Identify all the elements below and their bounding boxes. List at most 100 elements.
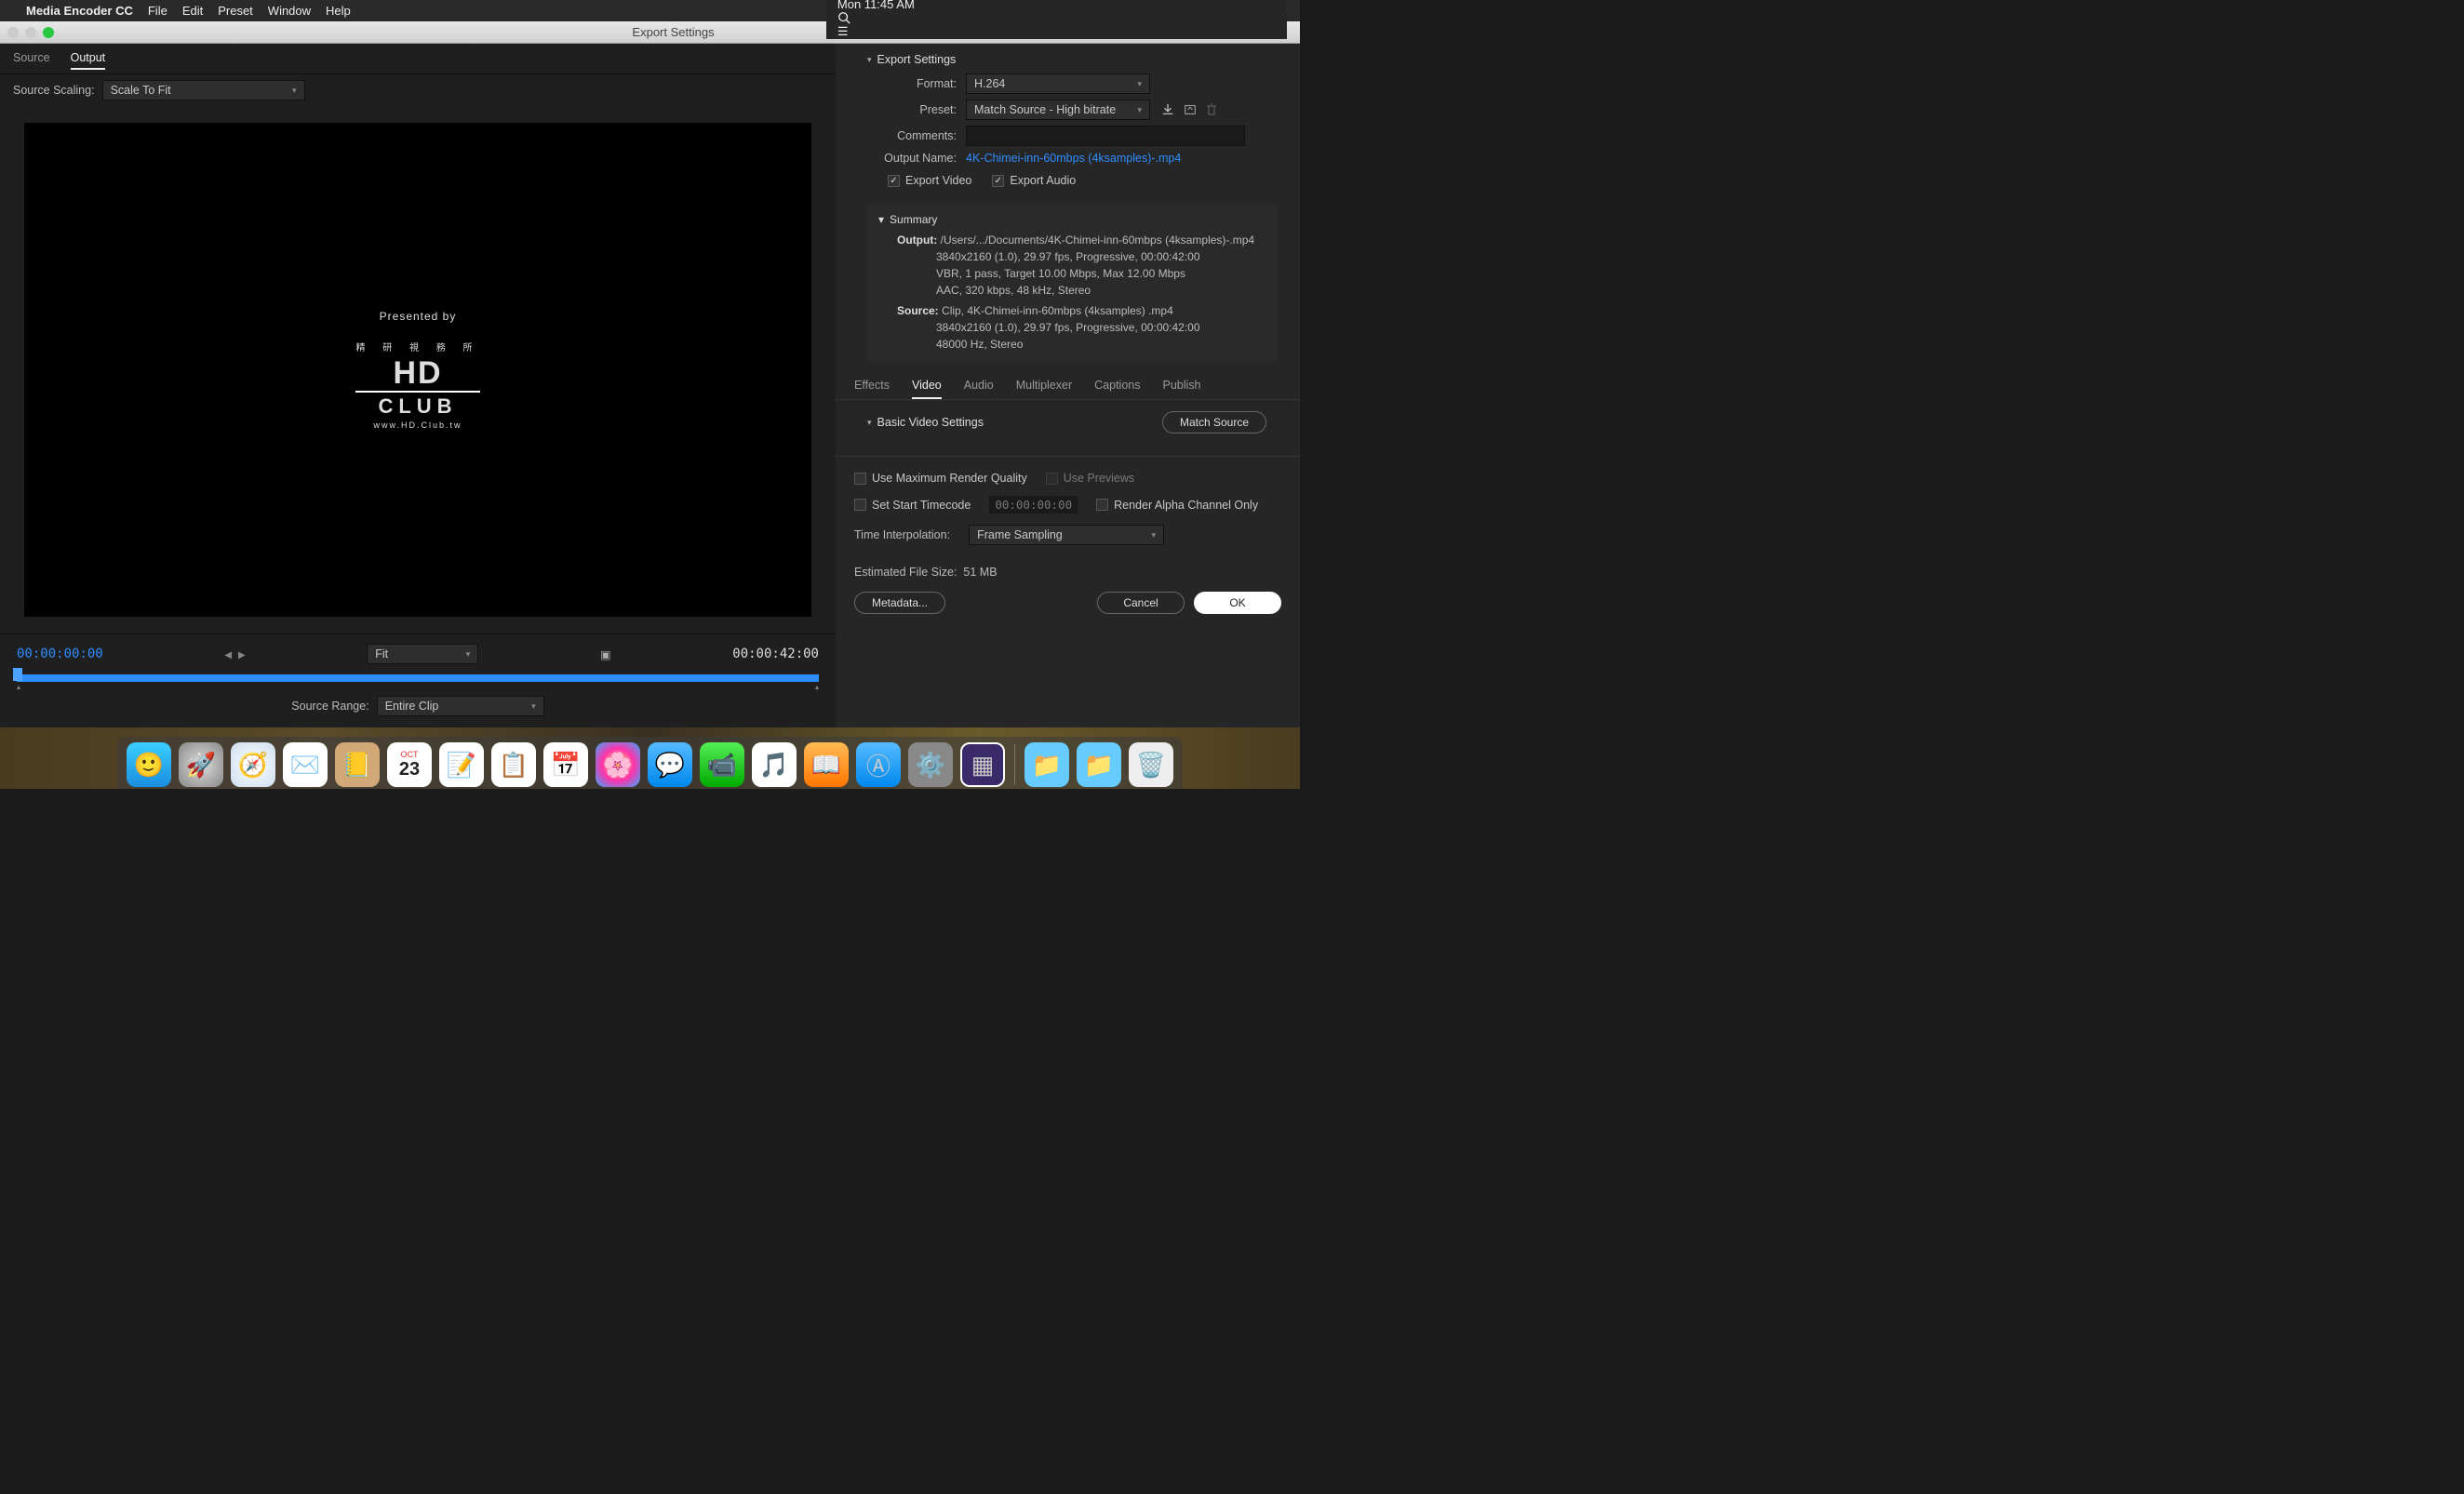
output-name-link[interactable]: 4K-Chimei-inn-60mbps (4ksamples)-.mp4 xyxy=(966,152,1181,165)
close-window-button[interactable] xyxy=(7,27,19,38)
use-max-quality-checkbox[interactable]: Use Maximum Render Quality xyxy=(854,472,1027,485)
render-alpha-label: Render Alpha Channel Only xyxy=(1114,499,1258,512)
macos-menubar: Media Encoder CC File Edit Preset Window… xyxy=(0,0,1300,21)
menu-list-icon[interactable]: ☰ xyxy=(837,24,1287,39)
timeline-scrubber[interactable]: ▴ ▴ xyxy=(17,670,819,687)
itunes-icon[interactable]: 🎵 xyxy=(752,742,797,787)
source-range-label: Source Range: xyxy=(291,700,368,713)
ibooks-icon[interactable]: 📖 xyxy=(804,742,849,787)
summary-source-clip: Clip, 4K-Chimei-inn-60mbps (4ksamples) .… xyxy=(942,304,1173,317)
menu-edit[interactable]: Edit xyxy=(182,4,203,18)
calendar-icon[interactable]: OCT23 xyxy=(387,742,432,787)
menu-help[interactable]: Help xyxy=(326,4,351,18)
timecode-start[interactable]: 00:00:00:00 xyxy=(17,647,103,661)
tab-video[interactable]: Video xyxy=(912,379,942,399)
start-timecode-value[interactable]: 00:00:00:00 xyxy=(989,496,1078,514)
summary-header[interactable]: ▾ Summary xyxy=(878,213,1266,226)
preview-presented-by: Presented by xyxy=(380,310,457,323)
prev-frame-button[interactable]: ◀ xyxy=(224,650,232,660)
format-dropdown[interactable]: H.264 ▾ xyxy=(966,73,1150,94)
facetime-icon[interactable]: 📹 xyxy=(700,742,744,787)
ok-button[interactable]: OK xyxy=(1194,592,1281,614)
reminders-icon[interactable]: 📋 xyxy=(491,742,536,787)
time-interp-dropdown[interactable]: Frame Sampling ▾ xyxy=(969,525,1164,545)
twirl-down-icon: ▾ xyxy=(867,418,872,428)
tab-captions[interactable]: Captions xyxy=(1094,379,1140,399)
source-range-dropdown[interactable]: Entire Clip ▾ xyxy=(377,696,544,716)
finder-icon[interactable]: 🙂 xyxy=(127,742,171,787)
mail-icon[interactable]: ✉️ xyxy=(283,742,328,787)
appstore-icon[interactable]: Ⓐ xyxy=(856,742,901,787)
media-encoder-icon[interactable]: ▦ xyxy=(960,742,1005,787)
set-start-timecode-checkbox[interactable]: Set Start Timecode xyxy=(854,499,971,512)
menu-window[interactable]: Window xyxy=(268,4,311,18)
summary-output-audio: AAC, 320 kbps, 48 kHz, Stereo xyxy=(878,282,1266,299)
macos-dock: 🙂 🚀 🧭 ✉️ 📒 OCT23 📝 📋 📅 🌸 💬 📹 🎵 📖 Ⓐ ⚙️ ▦ … xyxy=(117,737,1183,789)
next-frame-button[interactable]: ▶ xyxy=(238,650,246,660)
launchpad-icon[interactable]: 🚀 xyxy=(179,742,223,787)
chevron-down-icon: ▾ xyxy=(531,701,536,712)
preview-logo: 精 研 視 務 所 HD CLUB www.HD.Club.tw xyxy=(355,340,479,430)
applications-folder-icon[interactable]: 📁 xyxy=(1024,742,1069,787)
spotlight-icon[interactable] xyxy=(837,11,1287,24)
calendar-app-icon[interactable]: 📅 xyxy=(543,742,588,787)
menubar-clock[interactable]: Mon 11:45 AM xyxy=(837,0,1287,11)
aspect-ratio-button[interactable]: ▣ xyxy=(600,647,611,661)
summary-output-video: 3840x2160 (1.0), 29.97 fps, Progressive,… xyxy=(878,248,1266,265)
tab-output[interactable]: Output xyxy=(71,51,106,70)
match-source-button[interactable]: Match Source xyxy=(1162,411,1266,434)
contacts-icon[interactable]: 📒 xyxy=(335,742,380,787)
source-scaling-value: Scale To Fit xyxy=(111,84,171,97)
render-alpha-checkbox[interactable]: Render Alpha Channel Only xyxy=(1096,499,1258,512)
source-scaling-dropdown[interactable]: Scale To Fit ▾ xyxy=(102,80,305,100)
tab-source[interactable]: Source xyxy=(13,51,50,70)
save-preset-icon[interactable] xyxy=(1161,103,1174,116)
trash-icon[interactable]: 🗑️ xyxy=(1129,742,1173,787)
export-video-checkbox[interactable]: ✓ Export Video xyxy=(888,174,971,187)
dock-separator xyxy=(1014,744,1015,785)
format-value: H.264 xyxy=(974,77,1005,90)
summary-output-path: /Users/.../Documents/4K-Chimei-inn-60mbp… xyxy=(941,233,1254,247)
tab-effects[interactable]: Effects xyxy=(854,379,890,399)
export-audio-checkbox[interactable]: ✓ Export Audio xyxy=(992,174,1076,187)
menu-file[interactable]: File xyxy=(148,4,167,18)
messages-icon[interactable]: 💬 xyxy=(648,742,692,787)
time-interp-value: Frame Sampling xyxy=(977,528,1063,541)
timecode-end: 00:00:42:00 xyxy=(732,647,819,661)
use-max-quality-label: Use Maximum Render Quality xyxy=(872,472,1027,485)
tab-multiplexer[interactable]: Multiplexer xyxy=(1016,379,1072,399)
format-label: Format: xyxy=(867,77,957,90)
zoom-dropdown[interactable]: Fit ▾ xyxy=(367,644,478,664)
summary-source-audio: 48000 Hz, Stereo xyxy=(878,336,1266,353)
safari-icon[interactable]: 🧭 xyxy=(231,742,275,787)
zoom-value: Fit xyxy=(375,647,388,660)
import-preset-icon[interactable] xyxy=(1184,103,1197,116)
system-preferences-icon[interactable]: ⚙️ xyxy=(908,742,953,787)
summary-section: ▾ Summary Output: /Users/.../Documents/4… xyxy=(867,204,1278,362)
notes-icon[interactable]: 📝 xyxy=(439,742,484,787)
comments-label: Comments: xyxy=(867,129,957,142)
zoom-window-button[interactable] xyxy=(43,27,54,38)
chevron-down-icon: ▾ xyxy=(1137,79,1142,89)
preset-dropdown[interactable]: Match Source - High bitrate ▾ xyxy=(966,100,1150,120)
basic-video-header[interactable]: ▾ Basic Video Settings xyxy=(867,416,984,429)
comments-input[interactable] xyxy=(966,126,1245,146)
app-name[interactable]: Media Encoder CC xyxy=(26,4,133,18)
settings-panel: ▾ Export Settings Format: H.264 ▾ Preset… xyxy=(836,44,1300,727)
downloads-folder-icon[interactable]: 📁 xyxy=(1077,742,1121,787)
menu-preset[interactable]: Preset xyxy=(218,4,253,18)
cancel-button[interactable]: Cancel xyxy=(1097,592,1185,614)
set-start-tc-label: Set Start Timecode xyxy=(872,499,971,512)
tab-publish[interactable]: Publish xyxy=(1163,379,1201,399)
tab-audio[interactable]: Audio xyxy=(964,379,994,399)
estimated-size-value: 51 MB xyxy=(963,566,997,579)
delete-preset-icon[interactable] xyxy=(1206,103,1217,116)
photos-icon[interactable]: 🌸 xyxy=(596,742,640,787)
export-settings-header[interactable]: ▾ Export Settings xyxy=(867,53,1278,66)
output-name-label: Output Name: xyxy=(867,152,957,165)
export-video-label: Export Video xyxy=(905,174,971,187)
minimize-window-button[interactable] xyxy=(25,27,36,38)
chevron-down-icon: ▾ xyxy=(292,86,297,96)
metadata-button[interactable]: Metadata... xyxy=(854,592,945,614)
playhead[interactable] xyxy=(13,668,22,681)
